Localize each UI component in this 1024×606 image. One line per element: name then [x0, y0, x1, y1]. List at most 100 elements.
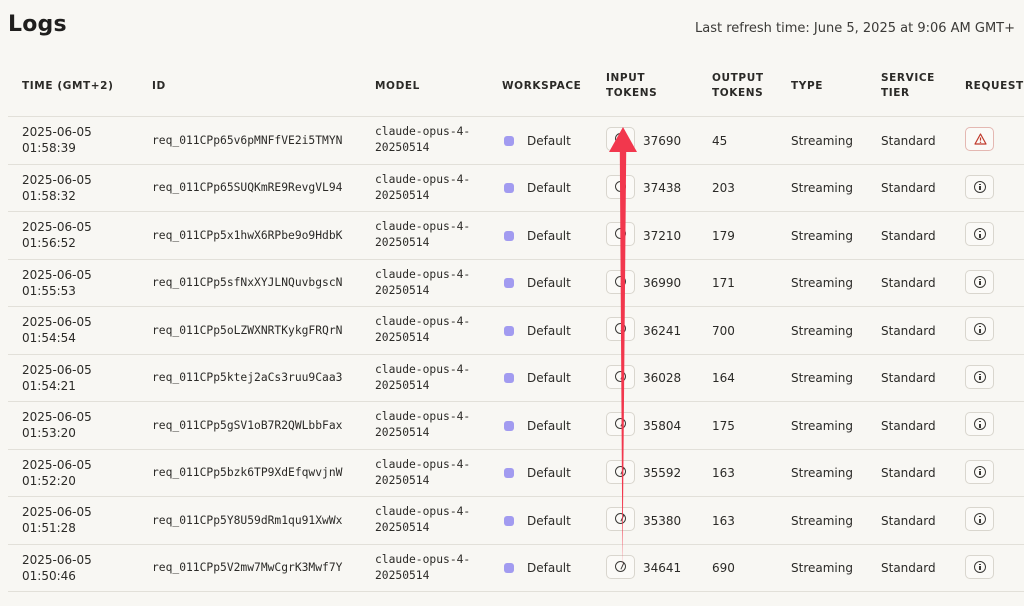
table-row[interactable]: 2025-06-05 01:54:21 req_011CPp5ktej2aCs3ru…: [8, 355, 1024, 402]
cell-type: Streaming: [791, 561, 853, 575]
cell-input-tokens: 36028: [643, 371, 682, 385]
cell-model: claude-opus-4- 20250514: [375, 267, 470, 299]
cell-output-tokens: 45: [712, 133, 728, 148]
table-row[interactable]: 2025-06-05 01:58:32 req_011CPp65SUQKmRE9Re…: [8, 165, 1024, 212]
header-id[interactable]: ID: [152, 79, 166, 94]
last-refresh-time: Last refresh time: June 5, 2025 at 9:06 …: [695, 21, 1016, 36]
token-detail-icon: [615, 418, 626, 429]
header-output-tokens[interactable]: OUTPUT TOKENS: [712, 71, 764, 101]
workspace-color-icon: [504, 420, 514, 431]
cell-output-tokens: 163: [712, 466, 735, 480]
token-detail-button[interactable]: [606, 364, 635, 389]
header-service-tier-line1: SERVICE: [881, 72, 935, 84]
cell-model-version: 20250514: [375, 521, 430, 534]
token-detail-button[interactable]: [606, 554, 635, 579]
cell-model: claude-opus-4- 20250514: [375, 457, 470, 489]
cell-input-tokens: 36241: [643, 323, 682, 338]
header-input-tokens-line1: INPUT: [606, 72, 646, 84]
cell-request-id[interactable]: req_011CPp65SUQKmRE9RevgVL94: [152, 180, 342, 196]
cell-service-tier: Standard: [881, 561, 936, 575]
cell-service-tier: Standard: [881, 276, 936, 290]
header-request[interactable]: REQUEST: [965, 79, 1024, 94]
cell-request-id[interactable]: req_011CPp5x1hwX6RPbe9o9HdbK: [152, 228, 342, 244]
table-row[interactable]: 2025-06-05 01:51:28 req_011CPp5Y8U59dRm1qu…: [8, 497, 1024, 545]
cell-type: Streaming: [791, 466, 853, 480]
cell-model-name: claude-opus-4-: [375, 172, 471, 186]
cell-type: Streaming: [791, 181, 853, 195]
cell-model: claude-opus-4- 20250514: [375, 314, 470, 346]
cell-model-name: claude-opus-4-: [375, 457, 471, 471]
token-detail-button[interactable]: [606, 222, 635, 246]
workspace-label: Default: [527, 466, 571, 480]
cell-input-tokens: 36990: [643, 276, 682, 290]
cell-request-id[interactable]: req_011CPp5bzk6TP9XdEfqwvjnW: [152, 465, 342, 481]
cell-output-tokens: 164: [712, 371, 735, 385]
logs-page: Logs Last refresh time: June 5, 2025 at …: [0, 0, 1024, 606]
cell-time: 2025-06-05 01:54:21: [22, 362, 92, 394]
request-info-button[interactable]: [965, 222, 994, 246]
cell-time: 2025-06-05 01:51:28: [22, 504, 92, 536]
header-input-tokens[interactable]: INPUT TOKENS: [606, 71, 657, 101]
cell-date: 2025-06-05: [22, 362, 92, 377]
header-model[interactable]: MODEL: [375, 79, 420, 94]
request-info-button[interactable]: [965, 269, 994, 294]
cell-model-name: claude-opus-4-: [375, 410, 471, 423]
cell-date: 2025-06-05: [22, 457, 92, 472]
cell-model: claude-opus-4- 20250514: [375, 219, 470, 251]
token-detail-button[interactable]: [606, 317, 635, 341]
request-info-button[interactable]: [965, 554, 994, 579]
request-info-button[interactable]: [965, 412, 994, 436]
cell-model-name: claude-opus-4-: [375, 267, 471, 281]
cell-model-name: claude-opus-4-: [375, 220, 471, 233]
table-row[interactable]: 2025-06-05 01:50:46 req_011CPp5V2mw7MwCgrK…: [8, 545, 1024, 592]
header-input-tokens-line2: TOKENS: [606, 87, 658, 99]
cell-type: Streaming: [791, 323, 853, 338]
request-info-button[interactable]: [965, 364, 994, 389]
cell-output-tokens: 175: [712, 418, 735, 433]
workspace-label: Default: [527, 228, 571, 243]
workspace-color-icon: [504, 135, 514, 146]
header-type[interactable]: TYPE: [791, 79, 823, 94]
workspace-color-icon: [504, 183, 514, 193]
request-info-button[interactable]: [965, 459, 994, 484]
table-row[interactable]: 2025-06-05 01:55:53 req_011CPp5sfNxXYJLNQu…: [8, 260, 1024, 307]
cell-request-id[interactable]: req_011CPp5Y8U59dRm1qu91XwWx: [152, 513, 342, 529]
cell-time: 2025-06-05 01:53:20: [22, 409, 92, 441]
cell-request-id[interactable]: req_011CPp5oLZWXNRTKykgFRQrN: [152, 323, 342, 339]
request-info-button[interactable]: [965, 317, 994, 341]
cell-request-id[interactable]: req_011CPp5sfNxXYJLNQuvbgscN: [152, 275, 342, 291]
cell-request-id[interactable]: req_011CPp5ktej2aCs3ruu9Caa3: [152, 370, 342, 386]
header-time[interactable]: TIME (GMT+2): [22, 79, 113, 94]
token-detail-button[interactable]: [606, 412, 635, 436]
request-error-button[interactable]: [965, 127, 994, 151]
header-workspace[interactable]: WORKSPACE: [502, 79, 581, 94]
table-row[interactable]: 2025-06-05 01:52:20 req_011CPp5bzk6TP9XdEf…: [8, 450, 1024, 497]
token-detail-button[interactable]: [606, 174, 635, 199]
cell-request-id[interactable]: req_011CPp65v6pMNFfVE2i5TMYN: [152, 133, 342, 149]
header-service-tier[interactable]: SERVICE TIER: [881, 71, 935, 101]
table-row[interactable]: 2025-06-05 01:58:39 req_011CPp65v6pMNFfVE2…: [8, 117, 1024, 165]
cell-output-tokens: 179: [712, 228, 735, 243]
table-row[interactable]: 2025-06-05 01:54:54 req_011CPp5oLZWXNRTKyk…: [8, 307, 1024, 355]
table-header: TIME (GMT+2) ID MODEL WORKSPACE INPUT TO…: [8, 64, 1024, 117]
cell-date: 2025-06-05: [22, 315, 92, 329]
cell-request-id[interactable]: req_011CPp5gSV1oB7R2QWLbbFax: [152, 418, 342, 434]
request-info-button[interactable]: [965, 174, 994, 199]
page-title: Logs: [8, 12, 67, 37]
token-detail-button[interactable]: [606, 269, 635, 294]
token-detail-button[interactable]: [606, 507, 635, 531]
table-row[interactable]: 2025-06-05 01:56:52 req_011CPp5x1hwX6RPbe9…: [8, 212, 1024, 260]
token-detail-button[interactable]: [606, 127, 635, 151]
cell-model: claude-opus-4- 20250514: [375, 552, 470, 584]
workspace-label: Default: [527, 276, 571, 290]
workspace-color-icon: [504, 515, 514, 526]
cell-date: 2025-06-05: [22, 410, 92, 424]
cell-request-id[interactable]: req_011CPp5V2mw7MwCgrK3Mwf7Y: [152, 560, 342, 576]
cell-input-tokens: 35380: [643, 513, 682, 528]
table-row[interactable]: 2025-06-05 01:53:20 req_011CPp5gSV1oB7R2QW…: [8, 402, 1024, 450]
cell-model: claude-opus-4- 20250514: [375, 362, 470, 394]
request-info-button[interactable]: [965, 507, 994, 531]
token-detail-button[interactable]: [606, 459, 635, 484]
info-circle-icon: [974, 465, 986, 478]
cell-clock: 01:56:52: [22, 236, 76, 250]
